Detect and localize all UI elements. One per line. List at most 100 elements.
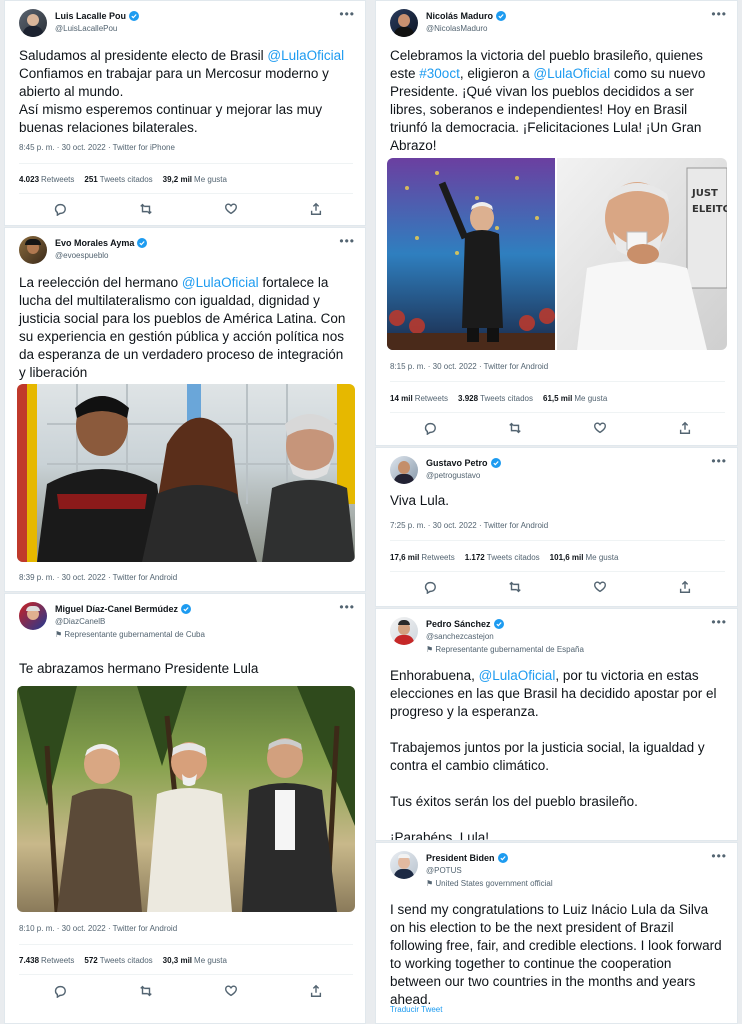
tweet-photo[interactable] bbox=[17, 384, 355, 562]
likes-count[interactable]: 30,3 mil Me gusta bbox=[163, 956, 227, 965]
quotes-count[interactable]: 572 Tweets citados bbox=[84, 956, 152, 965]
like-icon[interactable] bbox=[593, 421, 609, 437]
likes-count[interactable]: 39,2 mil Me gusta bbox=[163, 175, 227, 184]
tweet-photo[interactable] bbox=[17, 686, 355, 912]
reply-icon[interactable] bbox=[53, 202, 69, 218]
retweets-count[interactable]: 17,6 mil Retweets bbox=[390, 553, 455, 562]
tweet-actions bbox=[390, 421, 725, 437]
mention-link[interactable]: @LulaOficial bbox=[533, 66, 610, 81]
share-icon[interactable] bbox=[309, 984, 325, 1000]
avatar[interactable] bbox=[390, 9, 418, 37]
share-icon[interactable] bbox=[309, 202, 325, 218]
tweet-text: Viva Lula. bbox=[390, 493, 450, 508]
author-name[interactable]: Luis Lacalle Pou bbox=[55, 11, 126, 21]
verified-badge-icon bbox=[181, 604, 192, 614]
tweet-meta[interactable]: 8:45 p. m. · 30 oct. 2022 · Twitter for … bbox=[19, 143, 175, 152]
tweet-header: Nicolás Maduro @NicolasMaduro ••• bbox=[390, 7, 727, 43]
tweet-meta[interactable]: 8:10 p. m. · 30 oct. 2022 · Twitter for … bbox=[19, 924, 177, 933]
more-icon[interactable]: ••• bbox=[711, 615, 727, 629]
avatar[interactable] bbox=[19, 9, 47, 37]
divider bbox=[19, 944, 353, 945]
avatar[interactable] bbox=[19, 602, 47, 630]
avatar[interactable] bbox=[19, 236, 47, 264]
avatar[interactable] bbox=[390, 851, 418, 879]
author-handle[interactable]: @POTUS bbox=[426, 866, 462, 875]
share-icon[interactable] bbox=[678, 421, 694, 437]
divider bbox=[390, 540, 725, 541]
reply-icon[interactable] bbox=[423, 580, 439, 596]
tweet-president-biden[interactable]: President Biden @POTUS ⚑ United States g… bbox=[375, 842, 738, 1024]
tweet-photo[interactable]: JUST ELEITO bbox=[387, 158, 727, 350]
divider bbox=[390, 412, 725, 413]
retweets-count[interactable]: 4.023 Retweets bbox=[19, 175, 74, 184]
tweet-header: President Biden @POTUS ⚑ United States g… bbox=[390, 849, 727, 888]
avatar[interactable] bbox=[390, 617, 418, 645]
government-label: ⚑ Representante gubernamental de España bbox=[426, 645, 584, 654]
author-name[interactable]: Gustavo Petro bbox=[426, 458, 488, 468]
government-flag-icon: ⚑ bbox=[426, 879, 434, 888]
divider bbox=[19, 974, 353, 975]
avatar[interactable] bbox=[390, 456, 418, 484]
author-handle[interactable]: @LuisLacallePou bbox=[55, 24, 117, 33]
more-icon[interactable]: ••• bbox=[339, 7, 355, 21]
tweet-text: La reelección del hermano @LulaOficial f… bbox=[19, 275, 346, 380]
retweet-icon[interactable] bbox=[508, 421, 524, 437]
author-handle[interactable]: @DiazCanelB bbox=[55, 617, 105, 626]
verified-badge-icon bbox=[129, 11, 140, 21]
author-name[interactable]: Nicolás Maduro bbox=[426, 11, 493, 21]
divider bbox=[19, 193, 353, 194]
more-icon[interactable]: ••• bbox=[339, 600, 355, 614]
retweet-icon[interactable] bbox=[508, 580, 524, 596]
author-name[interactable]: President Biden bbox=[426, 853, 495, 863]
tweet-stats: 4.023 Retweets 251 Tweets citados 39,2 mil… bbox=[19, 175, 227, 184]
verified-badge-icon bbox=[493, 619, 504, 629]
tweet-petro: Gustavo Petro @petrogustavo ••• Viva Lul… bbox=[375, 447, 738, 607]
like-icon[interactable] bbox=[224, 984, 240, 1000]
reply-icon[interactable] bbox=[423, 421, 439, 437]
reply-icon[interactable] bbox=[53, 984, 69, 1000]
tweet-text: Celebramos la victoria del pueblo brasil… bbox=[390, 48, 706, 153]
tweet-header: Gustavo Petro @petrogustavo ••• bbox=[390, 454, 727, 490]
retweet-icon[interactable] bbox=[139, 202, 155, 218]
like-icon[interactable] bbox=[224, 202, 240, 218]
divider bbox=[390, 571, 725, 572]
likes-count[interactable]: 101,6 mil Me gusta bbox=[550, 553, 619, 562]
tweet-meta[interactable]: 7:25 p. m. · 30 oct. 2022 · Twitter for … bbox=[390, 521, 548, 530]
quotes-count[interactable]: 1.172 Tweets citados bbox=[465, 553, 540, 562]
mention-link[interactable]: @LulaOficial bbox=[182, 275, 259, 290]
translate-tweet-link[interactable]: Traducir Tweet bbox=[390, 1005, 442, 1014]
retweets-count[interactable]: 7.438 Retweets bbox=[19, 956, 74, 965]
government-label: ⚑ United States government official bbox=[426, 879, 553, 888]
more-icon[interactable]: ••• bbox=[711, 454, 727, 468]
more-icon[interactable]: ••• bbox=[711, 849, 727, 863]
tweet-meta[interactable]: 8:15 p. m. · 30 oct. 2022 · Twitter for … bbox=[390, 362, 548, 371]
photo-scene bbox=[17, 686, 355, 912]
tweet-header: Miguel Díaz-Canel Bermúdez @DiazCanelB ⚑… bbox=[19, 600, 355, 639]
more-icon[interactable]: ••• bbox=[711, 7, 727, 21]
retweet-icon[interactable] bbox=[139, 984, 155, 1000]
tweet-evo-morales: Evo Morales Ayma @evoespueblo ••• La ree… bbox=[4, 227, 366, 592]
author-handle[interactable]: @evoespueblo bbox=[55, 251, 109, 260]
author-name[interactable]: Miguel Díaz-Canel Bermúdez bbox=[55, 604, 178, 614]
retweets-count[interactable]: 14 mil Retweets bbox=[390, 394, 448, 403]
mention-link[interactable]: @LulaOficial bbox=[479, 668, 556, 683]
mention-link[interactable]: @LulaOficial bbox=[267, 48, 344, 63]
author-name[interactable]: Evo Morales Ayma bbox=[55, 238, 134, 248]
quotes-count[interactable]: 251 Tweets citados bbox=[84, 175, 152, 184]
government-flag-icon: ⚑ bbox=[55, 630, 63, 639]
like-icon[interactable] bbox=[593, 580, 609, 596]
author-name[interactable]: Pedro Sánchez bbox=[426, 619, 491, 629]
quotes-count[interactable]: 3.928 Tweets citados bbox=[458, 394, 533, 403]
likes-count[interactable]: 61,5 mil Me gusta bbox=[543, 394, 607, 403]
tweet-text: Saludamos al presidente electo de Brasil… bbox=[19, 48, 345, 135]
government-flag-icon: ⚑ bbox=[426, 645, 434, 654]
more-icon[interactable]: ••• bbox=[339, 234, 355, 248]
tweet-meta[interactable]: 8:39 p. m. · 30 oct. 2022 · Twitter for … bbox=[19, 573, 177, 582]
author-handle[interactable]: @petrogustavo bbox=[426, 471, 480, 480]
share-icon[interactable] bbox=[678, 580, 694, 596]
divider bbox=[19, 163, 353, 164]
verified-badge-icon bbox=[137, 238, 148, 248]
hashtag-link[interactable]: #30oct bbox=[419, 66, 460, 81]
author-handle[interactable]: @sanchezcastejon bbox=[426, 632, 494, 641]
author-handle[interactable]: @NicolasMaduro bbox=[426, 24, 487, 33]
